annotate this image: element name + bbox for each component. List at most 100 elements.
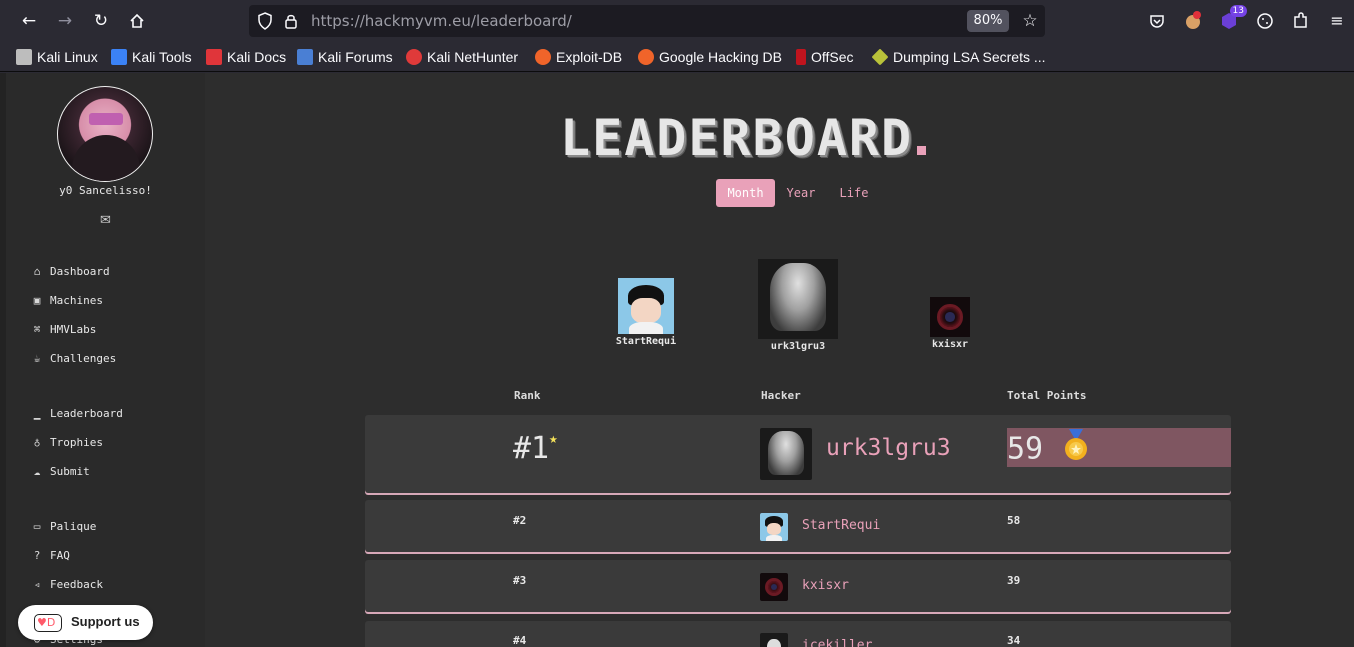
bookmark-kali-tools[interactable]: Kali Tools <box>111 47 192 67</box>
nav-machines[interactable]: ▣ Machines <box>30 292 103 310</box>
nav-palique[interactable]: ▭ Palique <box>30 518 97 536</box>
page-title: LEADERBOARD <box>560 109 927 167</box>
url-text[interactable]: https://hackmyvm.eu/leaderboard/ <box>311 12 572 30</box>
cookie-icon[interactable] <box>1253 9 1277 33</box>
bookmark-kali-linux[interactable]: Kali Linux <box>16 47 98 67</box>
hacker-avatar[interactable] <box>760 428 812 480</box>
ghdb-icon <box>638 49 654 65</box>
hacker-name[interactable]: urk3lgru3 <box>826 435 951 461</box>
forward-arrow-icon[interactable]: → <box>53 9 77 33</box>
nav-label: Machines <box>50 294 103 307</box>
back-arrow-icon[interactable]: ← <box>17 9 41 33</box>
hacker-avatar[interactable] <box>760 513 788 541</box>
address-bar[interactable]: https://hackmyvm.eu/leaderboard/ 80% ☆ <box>249 5 1045 37</box>
bookmark-dumping-lsa[interactable]: Dumping LSA Secrets ... <box>871 47 1046 67</box>
podium-second-avatar[interactable] <box>618 278 674 334</box>
rank-text: #1 <box>513 431 550 466</box>
hacker-avatar[interactable] <box>760 633 788 647</box>
bookmark-label: Kali NetHunter <box>427 49 519 65</box>
avatar-body <box>629 321 663 334</box>
avatar-skull <box>767 638 781 647</box>
support-us-button[interactable]: ♥D Support us <box>18 605 153 640</box>
tab-year[interactable]: Year <box>781 179 821 207</box>
nav-leaderboard[interactable]: ▁ Leaderboard <box>30 405 123 423</box>
nav-dashboard[interactable]: ⌂ Dashboard <box>30 263 110 281</box>
gold-medal-icon <box>1061 429 1091 471</box>
nav-label: Leaderboard <box>50 407 123 420</box>
podium-first-name[interactable]: urk3lgru3 <box>748 341 848 352</box>
browser-toolbar: ← → ↻ https://hackmyvm.eu/leaderboard/ 8… <box>0 0 1354 42</box>
nav-label: Submit <box>50 465 90 478</box>
bookmark-star-icon[interactable]: ☆ <box>1019 10 1041 32</box>
bookmark-offsec[interactable]: OffSec <box>796 47 854 67</box>
table-row-first[interactable]: #1★ urk3lgru3 59 <box>365 415 1231 493</box>
kali-forums-icon <box>297 49 313 65</box>
welcome-username: y0 Sancelisso! <box>59 184 152 197</box>
avatar-face <box>766 523 782 536</box>
avatar-visor <box>89 113 123 125</box>
avatar-face <box>631 298 661 323</box>
tab-life[interactable]: Life <box>834 179 874 207</box>
nav-feedback[interactable]: ◃ Feedback <box>30 576 103 594</box>
hacker-name[interactable]: StartRequi <box>802 518 880 533</box>
sidebar: y0 Sancelisso! ✉ ⌂ Dashboard ▣ Machines ⌘ H… <box>6 73 205 647</box>
nav-label: Trophies <box>50 436 103 449</box>
shield-icon[interactable] <box>257 12 273 30</box>
mail-icon[interactable]: ✉ <box>6 213 205 228</box>
column-total-points: Total Points <box>1007 389 1087 402</box>
avatar-cloth <box>767 430 805 475</box>
nav-challenges[interactable]: ☕ Challenges <box>30 350 117 368</box>
nav-faq[interactable]: ? FAQ <box>30 547 70 565</box>
cup-icon: ☕ <box>33 352 41 365</box>
points-cell: 58 <box>1007 514 1021 527</box>
nav-label: Challenges <box>50 352 117 365</box>
hamburger-menu-icon[interactable]: ≡ <box>1325 9 1349 33</box>
podium-second-name[interactable]: StartRequi <box>596 336 696 347</box>
podium-third-avatar[interactable] <box>930 297 970 337</box>
points-cell: 59 <box>1007 429 1091 471</box>
hacker-name[interactable]: icekiller <box>802 638 872 647</box>
zoom-level-badge[interactable]: 80% <box>967 10 1009 32</box>
page-title-text: LEADERBOARD <box>560 109 914 167</box>
offsec-icon <box>796 49 806 65</box>
home-icon[interactable] <box>125 9 149 33</box>
nav-hmvlabs[interactable]: ⌘ HMVLabs <box>30 321 97 339</box>
extensions-puzzle-icon[interactable] <box>1289 9 1313 33</box>
table-row[interactable]: #4 icekiller 34 <box>365 621 1231 647</box>
avatar-cloth <box>770 263 826 331</box>
extension-badge-icon[interactable]: 13 <box>1217 5 1247 33</box>
podium-third-name[interactable]: kxisxr <box>900 339 1000 350</box>
extension-count-badge: 13 <box>1229 5 1247 17</box>
lock-icon[interactable] <box>283 12 299 30</box>
nethunter-icon <box>406 49 422 65</box>
nav-label: Dashboard <box>50 265 110 278</box>
cookie-extension-icon[interactable] <box>1181 9 1205 33</box>
bulb-icon: ♁ <box>33 436 41 449</box>
bookmark-label: Kali Tools <box>132 49 192 65</box>
pocket-icon[interactable] <box>1145 9 1169 33</box>
points-cell: 34 <box>1007 634 1021 647</box>
tab-month[interactable]: Month <box>716 179 775 207</box>
reload-icon[interactable]: ↻ <box>89 9 113 33</box>
rank-cell: #3 <box>513 574 527 587</box>
bookmark-kali-forums[interactable]: Kali Forums <box>297 47 393 67</box>
bookmark-google-hacking-db[interactable]: Google Hacking DB <box>638 47 782 67</box>
bookmark-label: Exploit-DB <box>556 49 623 65</box>
home-icon: ⌂ <box>33 265 41 278</box>
hacker-avatar[interactable] <box>760 573 788 601</box>
user-avatar[interactable] <box>57 86 153 182</box>
page: y0 Sancelisso! ✉ ⌂ Dashboard ▣ Machines ⌘ H… <box>0 73 1354 647</box>
nav-submit[interactable]: ☁ Submit <box>30 463 90 481</box>
nav-trophies[interactable]: ♁ Trophies <box>30 434 103 452</box>
podium-first-avatar[interactable] <box>758 259 838 339</box>
table-row[interactable]: #2 StartRequi 58 <box>365 500 1231 552</box>
nav-label: Feedback <box>50 578 103 591</box>
kali-dragon-icon <box>16 49 32 65</box>
url-host: https://hackmyvm.eu <box>311 12 471 30</box>
bookmark-exploit-db[interactable]: Exploit-DB <box>535 47 622 67</box>
bookmark-kali-docs[interactable]: Kali Docs <box>206 47 286 67</box>
avatar-core <box>945 312 955 322</box>
table-row[interactable]: #3 kxisxr 39 <box>365 560 1231 612</box>
bookmark-kali-nethunter[interactable]: Kali NetHunter <box>406 47 518 67</box>
hacker-name[interactable]: kxisxr <box>802 578 849 593</box>
